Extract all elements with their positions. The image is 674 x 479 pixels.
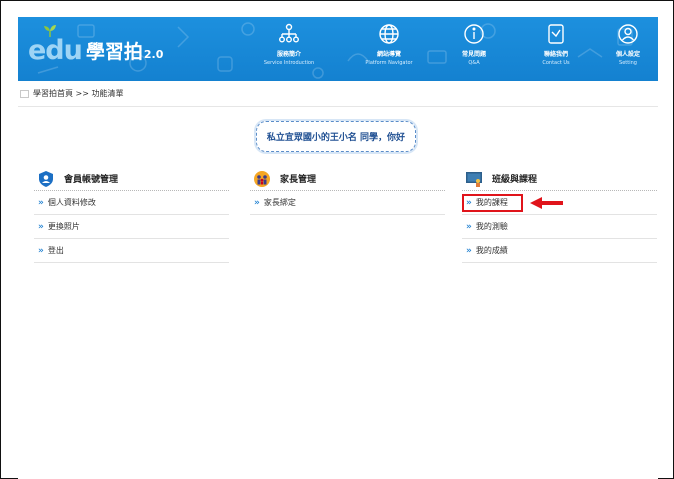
menu-item-parent-binding[interactable]: » 家長綁定 xyxy=(250,191,445,215)
nav-label: 網站導覽 xyxy=(376,51,401,58)
contact-icon xyxy=(548,24,564,44)
double-chevron-icon: » xyxy=(38,197,44,208)
double-chevron-icon: » xyxy=(38,245,44,256)
nav-qa[interactable]: 常見問題 Q&A xyxy=(444,23,504,75)
greeting-banner: 私立宜眾國小的王小名 同學，你好 xyxy=(256,121,416,152)
nav-sublabel: Platform Navigator xyxy=(365,60,413,66)
breadcrumb-text[interactable]: 學習拍首頁 >> 功能清單 xyxy=(33,88,124,99)
nav-sublabel: Contact Us xyxy=(542,60,570,66)
nav-label: 服務簡介 xyxy=(276,51,301,58)
logo-name: 學習拍 xyxy=(85,41,143,63)
nav-setting[interactable]: 個人設定 Setting xyxy=(598,23,658,75)
double-chevron-icon: » xyxy=(466,245,472,256)
column-header: 班級與課程 xyxy=(462,167,657,191)
column-class-and-courses: 班級與課程 » 我的課程 » 我的測驗 » 我的成績 xyxy=(462,167,657,263)
page: edu 學習拍 2.0 服務簡介 Service Introduction 網站… xyxy=(18,17,658,479)
info-icon xyxy=(464,24,484,44)
classroom-icon xyxy=(466,171,482,187)
nav-platform-navigator[interactable]: 網站導覽 Platform Navigator xyxy=(349,23,429,75)
menu-item-my-courses[interactable]: » 我的課程 xyxy=(462,191,657,215)
nav-sublabel: Q&A xyxy=(468,60,480,66)
menu-item-my-grades[interactable]: » 我的成績 xyxy=(462,239,657,263)
globe-icon xyxy=(379,24,399,44)
logo-version: 2.0 xyxy=(143,48,164,61)
user-circle-icon xyxy=(618,24,638,44)
breadcrumb-icon xyxy=(20,89,29,98)
column-parent-management: 家長管理 » 家長綁定 xyxy=(250,167,445,215)
logo-edu-text: edu xyxy=(28,25,83,67)
double-chevron-icon: » xyxy=(254,197,260,208)
column-header: 會員帳號管理 xyxy=(34,167,229,191)
highlight-box xyxy=(462,194,523,212)
menu-item-my-tests[interactable]: » 我的測驗 xyxy=(462,215,657,239)
column-title: 會員帳號管理 xyxy=(64,175,119,185)
column-member-account: 會員帳號管理 » 個人資料修改 » 更換照片 » 登出 xyxy=(34,167,229,263)
column-title: 班級與課程 xyxy=(492,175,538,185)
nav-sublabel: Setting xyxy=(619,60,637,66)
red-arrow-annotation xyxy=(530,197,563,209)
nav-service-intro[interactable]: 服務簡介 Service Introduction xyxy=(249,23,329,75)
nav-label: 常見問題 xyxy=(461,51,486,58)
org-chart-icon xyxy=(279,23,299,43)
column-title: 家長管理 xyxy=(280,175,317,185)
nav-label: 聯絡我們 xyxy=(543,51,568,58)
top-header: edu 學習拍 2.0 服務簡介 Service Introduction 網站… xyxy=(18,17,658,81)
menu-item-change-photo[interactable]: » 更換照片 xyxy=(34,215,229,239)
nav-sublabel: Service Introduction xyxy=(263,60,315,66)
column-header: 家長管理 xyxy=(250,167,445,191)
double-chevron-icon: » xyxy=(466,221,472,232)
nav-contact-us[interactable]: 聯絡我們 Contact Us xyxy=(526,23,586,75)
family-icon xyxy=(254,170,270,187)
breadcrumb: 學習拍首頁 >> 功能清單 xyxy=(18,81,658,107)
menu-item-edit-profile[interactable]: » 個人資料修改 xyxy=(34,191,229,215)
double-chevron-icon: » xyxy=(38,221,44,232)
shield-user-icon xyxy=(39,170,53,187)
menu-item-logout[interactable]: » 登出 xyxy=(34,239,229,263)
nav-label: 個人設定 xyxy=(615,51,640,58)
sprout-icon xyxy=(44,25,56,37)
site-logo[interactable]: edu 學習拍 2.0 xyxy=(28,25,164,67)
screenshot-frame: edu 學習拍 2.0 服務簡介 Service Introduction 網站… xyxy=(0,0,674,479)
